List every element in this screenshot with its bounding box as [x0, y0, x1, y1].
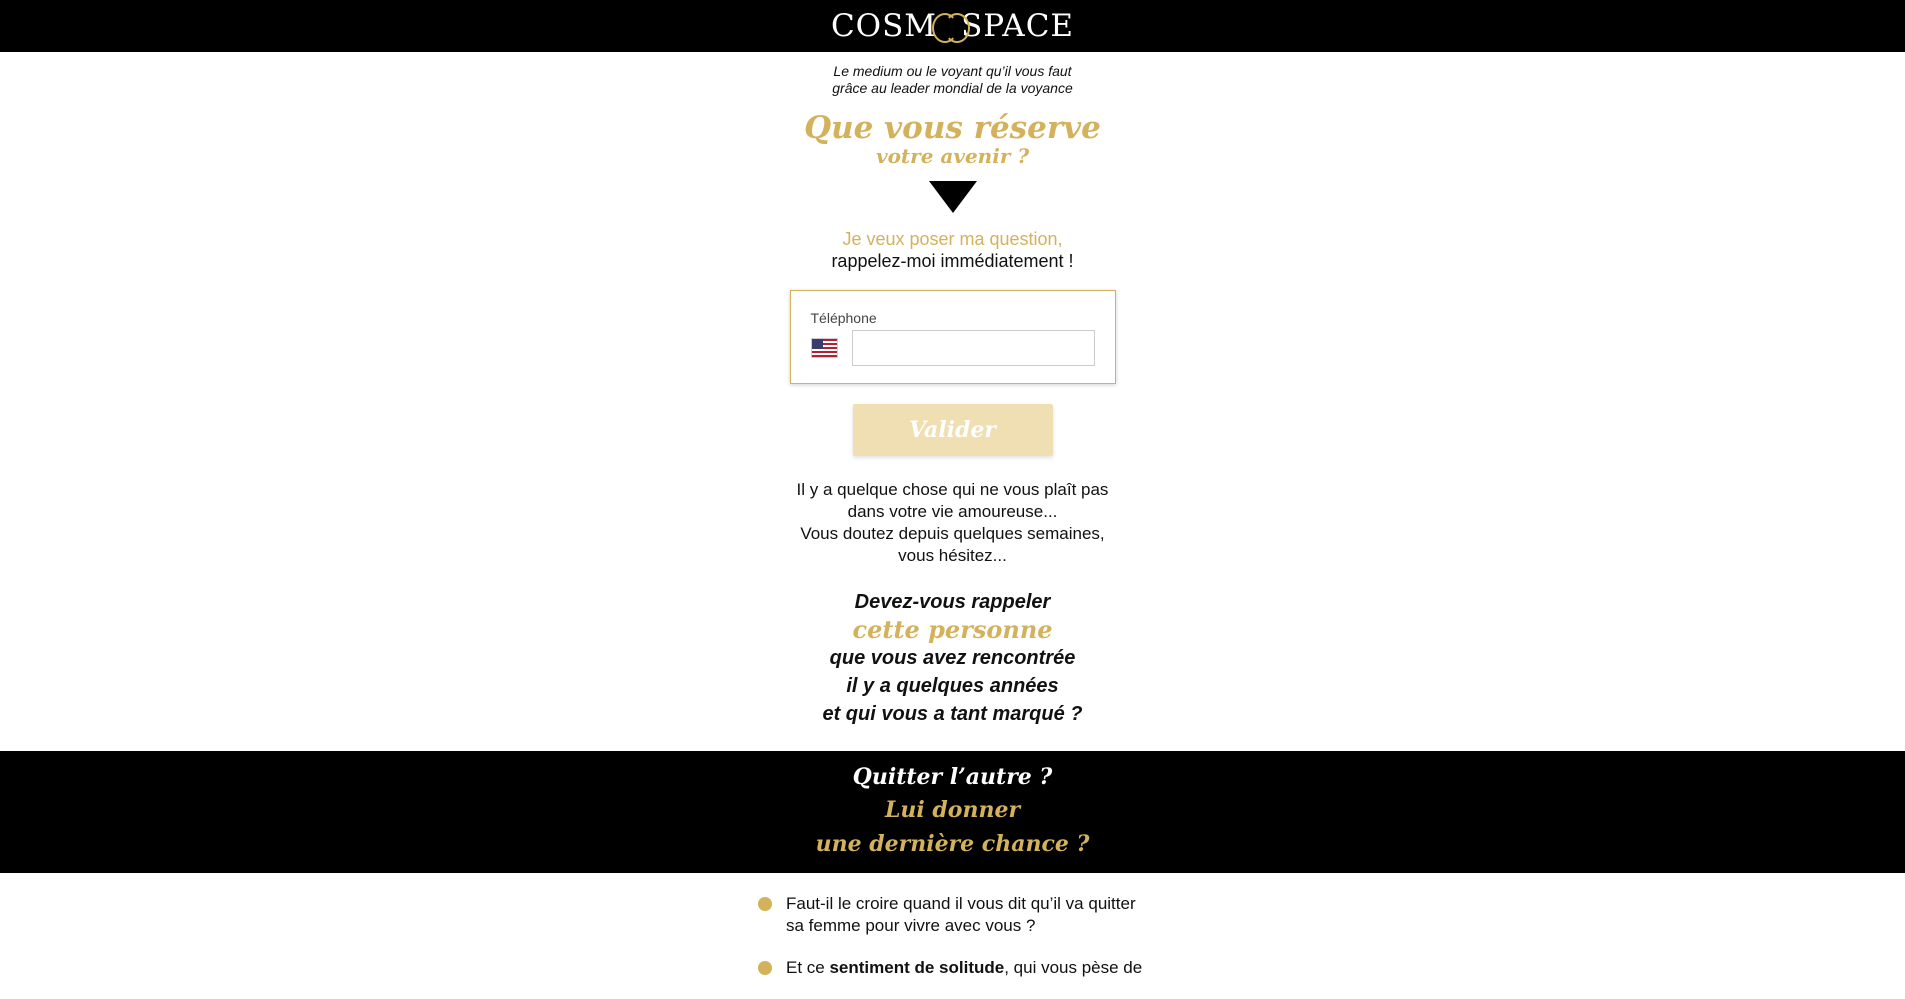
- us-flag-icon[interactable]: [810, 338, 838, 358]
- bullet-list: Faut-il le croire quand il vous dit qu’i…: [758, 893, 1158, 999]
- phone-input[interactable]: [851, 330, 1095, 366]
- question-block: Devez-vous rappeler cette personne que v…: [0, 588, 1905, 728]
- cosmospace-logo[interactable]: COSM SPACE: [830, 7, 1075, 44]
- intro-paragraph: Il y a quelque chose qui ne vous plaît p…: [0, 479, 1905, 567]
- paragraph-line-1: Il y a quelque chose qui ne vous plaît p…: [796, 480, 1109, 499]
- paragraph-line-2: dans votre vie amoureuse...: [847, 502, 1058, 521]
- logo-moon-icon: [932, 11, 971, 43]
- headline: Que vous réserve: [804, 110, 1101, 146]
- question-line-5: et qui vous a tant marqué ?: [822, 703, 1083, 725]
- bullet-dot-icon: [758, 897, 772, 911]
- subheadline: votre avenir ?: [875, 144, 1030, 168]
- question-line-1: Devez-vous rappeler: [854, 591, 1051, 613]
- phone-label: Téléphone: [810, 310, 877, 326]
- cta-line-1: Je veux poser ma question,: [842, 229, 1063, 249]
- list-item-text: Faut-il le croire quand il vous dit qu’i…: [786, 894, 1136, 935]
- down-arrow-icon: [928, 181, 977, 213]
- band-line-1: Quitter l’autre ?: [852, 764, 1053, 790]
- cta-line-2: rappelez-moi immédiatement !: [831, 251, 1074, 271]
- logo-text-right: SPACE: [961, 7, 1075, 44]
- band-line-2: Lui donner: [884, 797, 1021, 823]
- logo-text-left: COSM: [830, 7, 938, 44]
- submit-button[interactable]: Valider: [852, 404, 1053, 456]
- bullet-dot-icon: [758, 961, 772, 975]
- callback-form: Téléphone: [789, 290, 1116, 384]
- phone-row: [810, 330, 1095, 366]
- tagline-line-2: grâce au leader mondial de la voyance: [832, 80, 1073, 96]
- question-line-2: cette personne: [852, 615, 1053, 644]
- paragraph-line-3: Vous doutez depuis quelques semaines,: [800, 524, 1105, 543]
- band-line-3: une dernière chance ?: [815, 831, 1090, 857]
- question-line-3: que vous avez rencontrée: [829, 647, 1076, 669]
- question-line-4: il y a quelques années: [846, 675, 1059, 697]
- main-content: Le medium ou le voyant qu’il vous faut g…: [0, 63, 1905, 728]
- tagline: Le medium ou le voyant qu’il vous faut g…: [0, 63, 1905, 97]
- paragraph-line-4: vous hésitez...: [898, 546, 1007, 565]
- black-question-band: Quitter l’autre ? Lui donner une dernièr…: [0, 751, 1905, 873]
- list-item: Faut-il le croire quand il vous dit qu’i…: [758, 893, 1158, 937]
- tagline-line-1: Le medium ou le voyant qu’il vous faut: [833, 63, 1072, 79]
- list-item-text: Et ce sentiment de solitude, qui vous pè…: [786, 958, 1143, 977]
- top-header-bar: COSM SPACE: [0, 0, 1905, 52]
- list-item: Et ce sentiment de solitude, qui vous pè…: [758, 957, 1158, 979]
